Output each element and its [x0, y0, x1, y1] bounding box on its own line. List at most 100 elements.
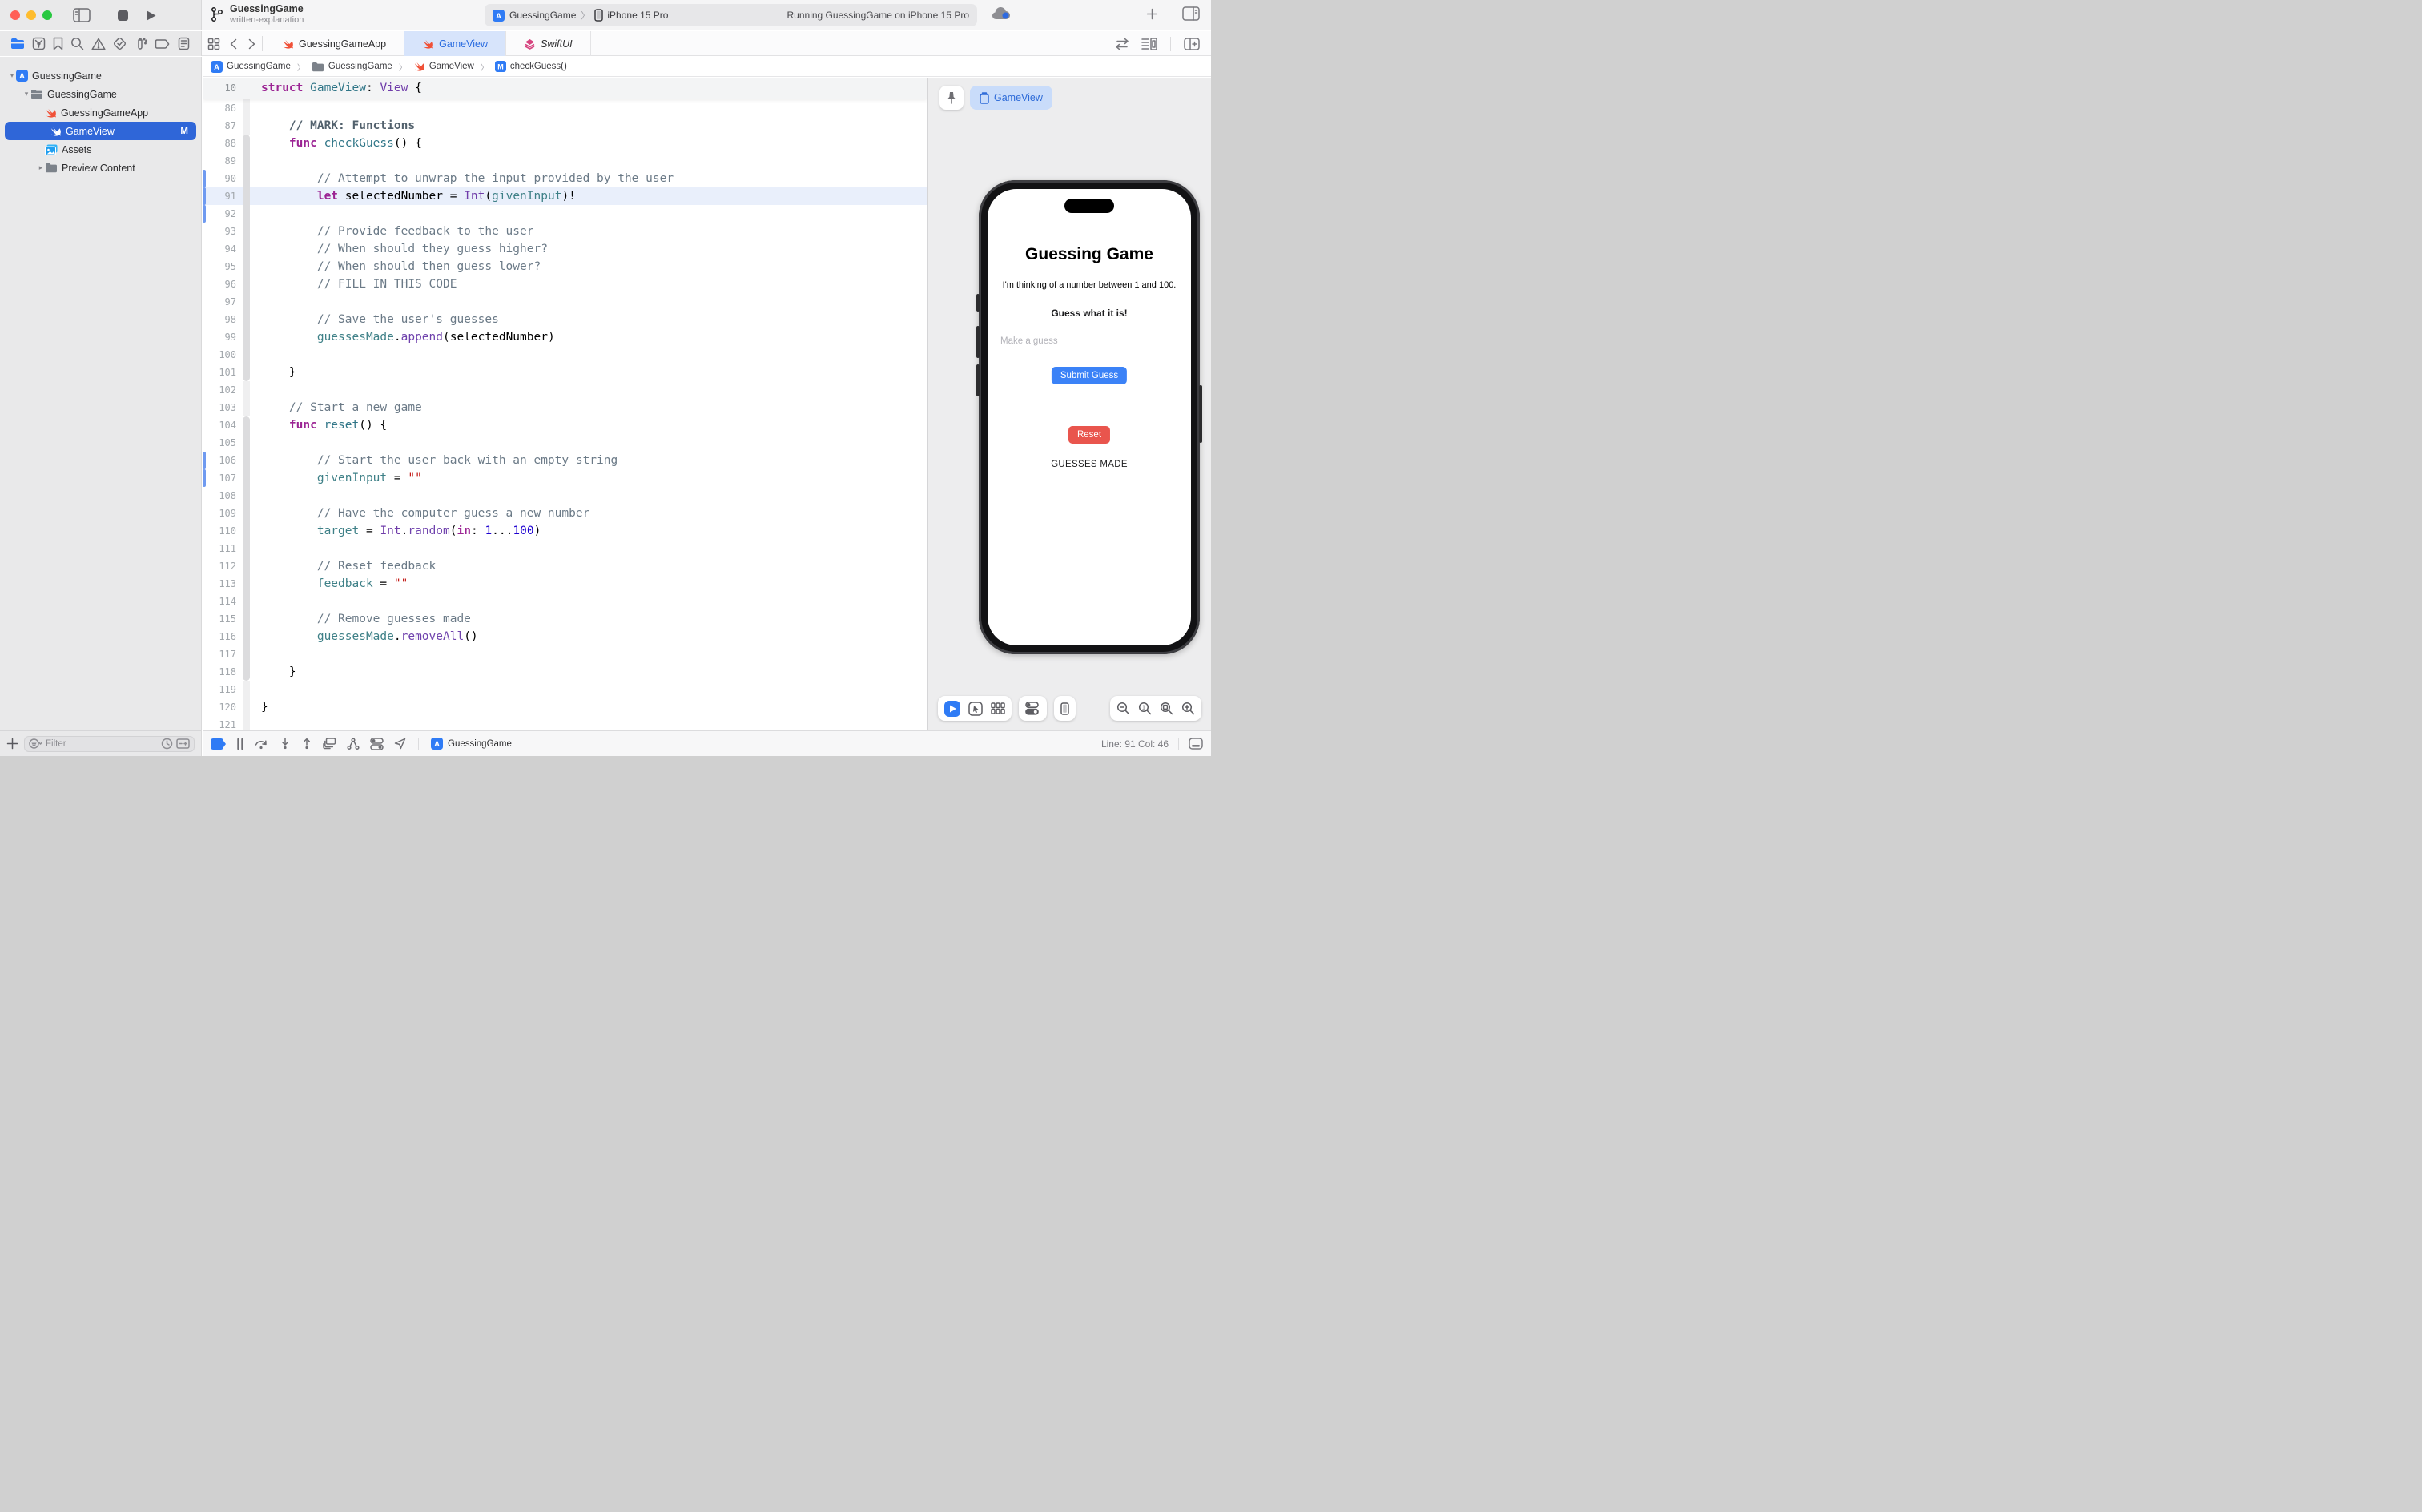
scheme-selector[interactable]: A GuessingGame 〉 iPhone 15 Pro Running G… — [485, 4, 977, 26]
code-line[interactable]: 114 — [203, 593, 927, 610]
editor-only-mode-icon[interactable] — [1189, 738, 1203, 750]
env-overrides-icon[interactable] — [370, 738, 384, 750]
step-into-icon[interactable] — [280, 738, 291, 750]
code-line[interactable]: 89 — [203, 152, 927, 170]
zoom-out-icon[interactable] — [1116, 702, 1130, 715]
minimize-window-button[interactable] — [26, 10, 36, 20]
minimap-icon[interactable] — [1141, 38, 1157, 50]
pause-icon[interactable] — [236, 738, 244, 750]
zoom-in-icon[interactable] — [1181, 702, 1195, 715]
recent-clock-icon[interactable] — [161, 738, 173, 750]
add-editor-icon[interactable] — [1184, 38, 1200, 50]
code-line[interactable]: 105 — [203, 434, 927, 452]
breadcrumb-item[interactable]: GameView — [413, 61, 474, 72]
forward-chevron-icon[interactable] — [248, 38, 255, 50]
sidebar-item-guessinggame[interactable]: ▾GuessingGame — [0, 85, 201, 103]
code-line[interactable]: 102 — [203, 381, 927, 399]
tab-overview-icon[interactable] — [207, 38, 220, 50]
view-hierarchy-icon[interactable] — [323, 738, 336, 750]
sidebar-item-preview-content[interactable]: ▸Preview Content — [0, 159, 201, 177]
code-line[interactable]: 100 — [203, 346, 927, 364]
code-line[interactable]: 113 feedback = "" — [203, 575, 927, 593]
scheme-destination[interactable]: iPhone 15 Pro — [607, 10, 668, 21]
code-line[interactable]: 86 — [203, 99, 927, 117]
device-settings-icon[interactable] — [1025, 702, 1040, 715]
back-chevron-icon[interactable] — [230, 38, 237, 50]
step-out-icon[interactable] — [301, 738, 312, 750]
code-line[interactable]: 109 // Have the computer guess a new num… — [203, 505, 927, 522]
code-line[interactable]: 90 // Attempt to unwrap the input provid… — [203, 170, 927, 187]
sidebar-item-guessinggameapp[interactable]: GuessingGameApp — [0, 103, 201, 122]
pin-preview-button[interactable] — [939, 86, 964, 110]
code-line[interactable]: 96 // FILL IN THIS CODE — [203, 275, 927, 293]
code-line[interactable]: 104 func reset() { — [203, 416, 927, 434]
breakpoints-icon[interactable] — [155, 38, 171, 50]
zoom-actual-icon[interactable]: 1 — [1138, 702, 1152, 715]
code-line[interactable]: 95 // When should then guess lower? — [203, 258, 927, 275]
tests-icon[interactable] — [113, 37, 127, 50]
code-line[interactable]: 117 — [203, 645, 927, 663]
disclosure-chevron-icon[interactable]: ▾ — [8, 71, 16, 80]
code-line[interactable]: 111 — [203, 540, 927, 557]
selectable-cursor-icon[interactable] — [968, 702, 983, 716]
breadcrumb-item[interactable]: GuessingGame — [312, 62, 392, 72]
code-line[interactable]: 116 guessesMade.removeAll() — [203, 628, 927, 645]
tab-swiftui[interactable]: SwiftUI — [506, 31, 591, 56]
variants-grid-icon[interactable] — [991, 702, 1005, 714]
submit-guess-button[interactable]: Submit Guess — [1052, 367, 1127, 384]
add-file-button[interactable] — [6, 738, 18, 750]
code-line[interactable]: 108 — [203, 487, 927, 505]
tab-guessinggameapp[interactable]: GuessingGameApp — [264, 31, 404, 56]
running-process[interactable]: A GuessingGame — [431, 738, 512, 750]
code-line[interactable]: 107 givenInput = "" — [203, 469, 927, 487]
code-line[interactable]: 87 // MARK: Functions — [203, 117, 927, 135]
project-navigator-icon[interactable] — [10, 38, 25, 50]
sidebar-item-gameview[interactable]: GameViewM — [5, 122, 196, 140]
sidebar-item-guessinggame[interactable]: ▾AGuessingGame — [0, 66, 201, 85]
filter-field[interactable]: Filter — [24, 736, 195, 752]
tab-gameview[interactable]: GameView — [404, 31, 506, 56]
code-line[interactable]: 91 let selectedNumber = Int(givenInput)! — [203, 187, 927, 205]
code-line[interactable]: 98 // Save the user's guesses — [203, 311, 927, 328]
debug-gauge-icon[interactable] — [134, 37, 148, 50]
code-line[interactable]: 106 // Start the user back with an empty… — [203, 452, 927, 469]
sidebar-item-assets[interactable]: Assets — [0, 140, 201, 159]
code-line[interactable]: 92 — [203, 205, 927, 223]
code-line[interactable]: 99 guessesMade.append(selectedNumber) — [203, 328, 927, 346]
code-review-icon[interactable] — [1114, 38, 1130, 50]
inspector-toggle-icon[interactable] — [1182, 6, 1200, 21]
live-play-icon[interactable] — [944, 701, 960, 717]
code-line[interactable]: 97 — [203, 293, 927, 311]
breadcrumb-item[interactable]: McheckGuess() — [495, 61, 567, 72]
code-line[interactable]: 118 } — [203, 663, 927, 681]
step-over-icon[interactable] — [255, 738, 269, 750]
run-button[interactable] — [146, 10, 157, 22]
code-line[interactable]: 94 // When should they guess higher? — [203, 240, 927, 258]
code-line[interactable]: 88 func checkGuess() { — [203, 135, 927, 152]
code-line[interactable]: 103 // Start a new game — [203, 399, 927, 416]
preview-device-icon[interactable] — [1060, 702, 1069, 715]
code-line[interactable]: 120} — [203, 698, 927, 716]
stop-button[interactable] — [118, 10, 128, 21]
code-line[interactable]: 101 } — [203, 364, 927, 381]
new-tab-plus-icon[interactable] — [1146, 6, 1158, 21]
code-line[interactable]: 93 // Provide feedback to the user — [203, 223, 927, 240]
breadcrumb-item[interactable]: AGuessingGame — [211, 61, 291, 73]
source-editor[interactable]: 10 struct GameView: View { 8687 // MARK:… — [203, 78, 927, 730]
zoom-fit-icon[interactable] — [1160, 702, 1173, 715]
flags-icon[interactable] — [176, 738, 190, 749]
close-window-button[interactable] — [10, 10, 20, 20]
code-line[interactable]: 112 // Reset feedback — [203, 557, 927, 575]
source-control-icon[interactable] — [32, 37, 46, 50]
sidebar-toggle-icon[interactable] — [73, 8, 91, 22]
zoom-window-button[interactable] — [42, 10, 52, 20]
find-icon[interactable] — [70, 37, 84, 50]
code-line[interactable]: 115 // Remove guesses made — [203, 610, 927, 628]
disclosure-chevron-icon[interactable]: ▸ — [37, 163, 45, 172]
bookmarks-icon[interactable] — [53, 37, 63, 50]
disclosure-chevron-icon[interactable]: ▾ — [22, 90, 30, 99]
code-line[interactable]: 121 — [203, 716, 927, 730]
guess-input[interactable]: Make a guess — [1000, 336, 1058, 346]
simulate-location-icon[interactable] — [394, 738, 406, 750]
scheme-target[interactable]: GuessingGame — [509, 10, 576, 21]
